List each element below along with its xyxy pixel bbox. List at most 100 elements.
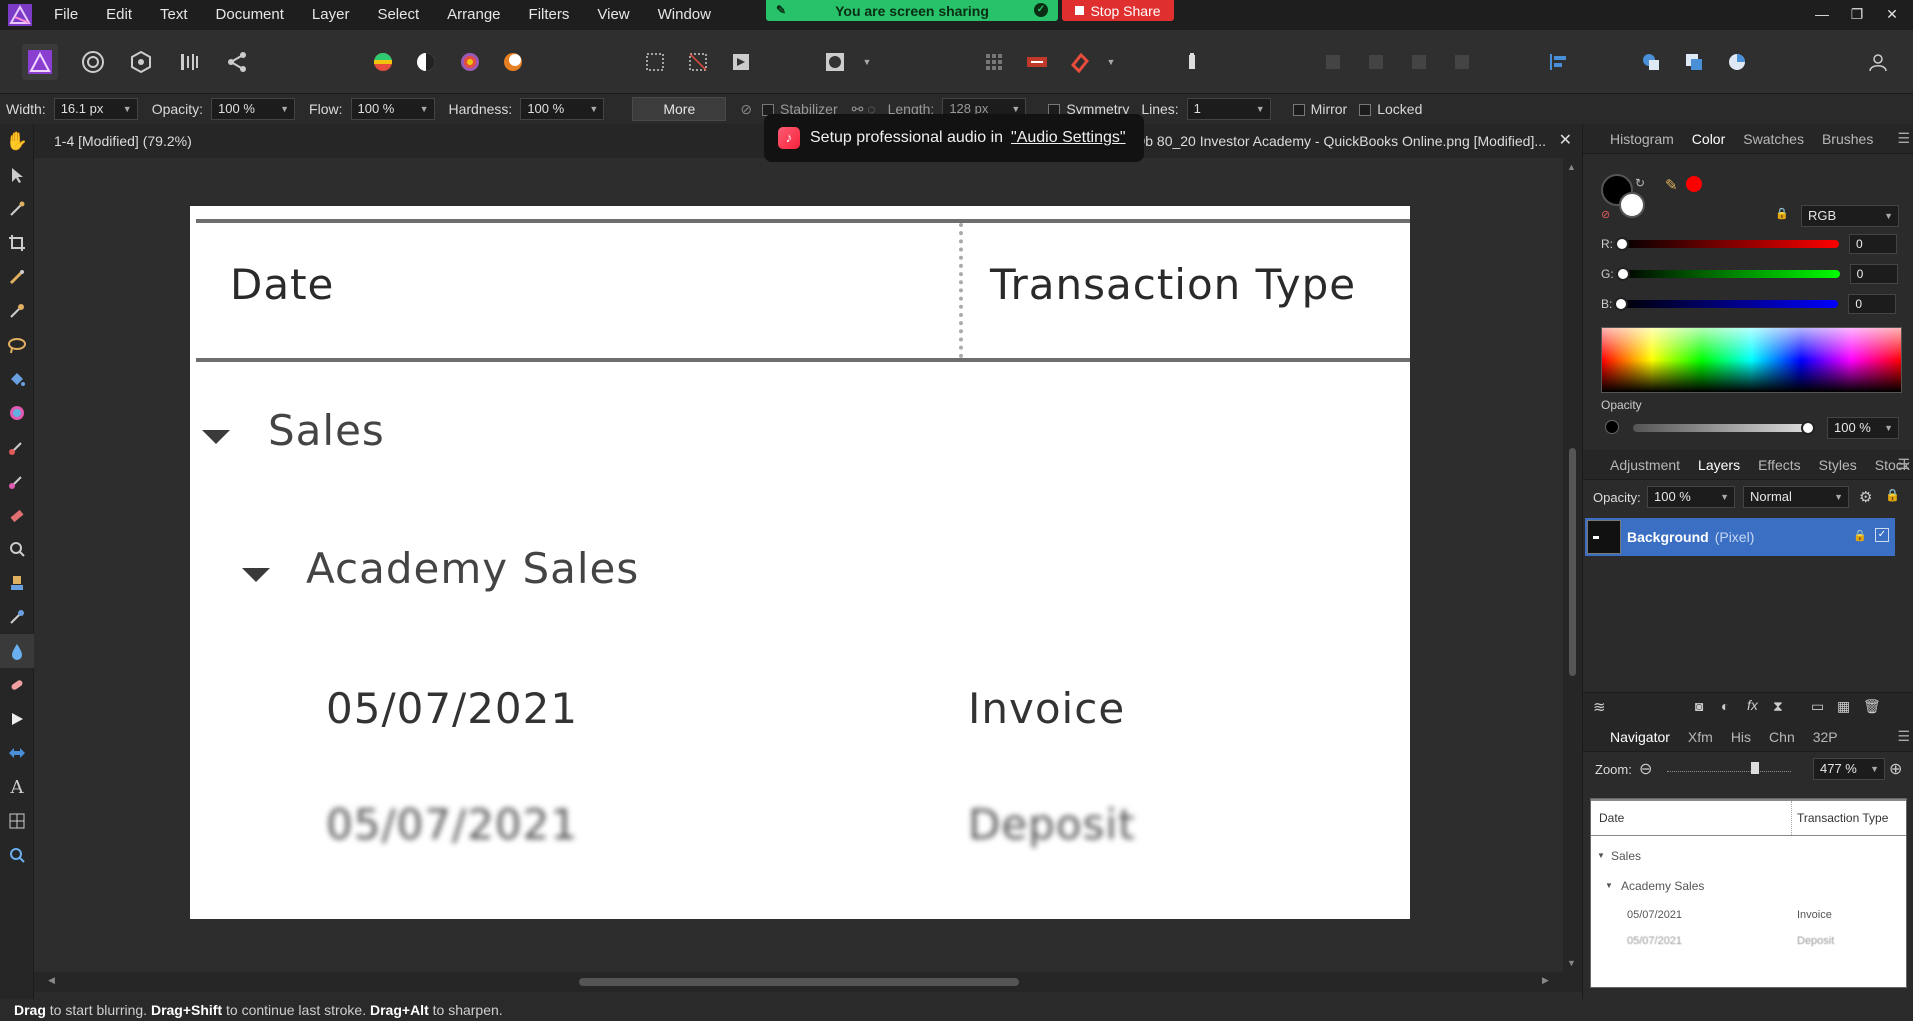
tab-channels[interactable]: Chn <box>1760 729 1804 745</box>
tab-adjustment[interactable]: Adjustment <box>1601 457 1689 473</box>
text-tool-icon[interactable]: A <box>0 770 34 804</box>
red-eye-tool-icon[interactable] <box>0 668 34 702</box>
navigator-preview[interactable]: Date Transaction Type ▼ Sales ▼ Academy … <box>1590 798 1907 988</box>
mask-layer-icon[interactable]: ◙ <box>1695 698 1703 714</box>
boolean-subtract-icon[interactable] <box>1677 45 1711 79</box>
picked-color-swatch[interactable] <box>1686 176 1702 192</box>
live-filter-icon[interactable]: ⧗ <box>1773 698 1783 715</box>
red-value-field[interactable]: 0 <box>1849 234 1897 254</box>
delete-layer-icon[interactable]: 🗑 <box>1863 698 1881 715</box>
width-field[interactable]: 16.1 px ▼ <box>53 98 138 120</box>
red-slider[interactable] <box>1615 237 1839 251</box>
menu-window[interactable]: Window <box>644 0 725 30</box>
erase-brush-icon[interactable] <box>0 498 34 532</box>
photo-persona-icon[interactable] <box>22 44 58 80</box>
scroll-left-icon[interactable]: ◀ <box>48 975 55 986</box>
green-slider[interactable] <box>1615 267 1840 281</box>
restore-icon[interactable]: ❐ <box>1840 0 1874 28</box>
tab-styles[interactable]: Styles <box>1810 457 1866 473</box>
blue-slider[interactable] <box>1614 297 1839 311</box>
pressure-icon[interactable]: ⊘ <box>740 101 752 118</box>
eyedropper-icon[interactable]: ✎ <box>1665 176 1678 194</box>
panel-menu-icon[interactable]: ☰ <box>1897 728 1910 745</box>
zoom-in-icon[interactable]: ⊕ <box>1889 759 1902 779</box>
selection-brush-icon[interactable] <box>0 260 34 294</box>
deselect-icon[interactable] <box>681 45 715 79</box>
stop-share-button[interactable]: Stop Share <box>1062 0 1174 21</box>
horizontal-scroll-thumb[interactable] <box>579 978 1019 986</box>
audio-settings-link[interactable]: "Audio Settings" <box>1011 129 1126 147</box>
menu-file[interactable]: File <box>40 0 92 30</box>
folder-icon[interactable]: ▭ <box>1811 698 1824 715</box>
scroll-up-icon[interactable]: ▲ <box>1567 162 1576 172</box>
tone-mapping-persona-icon[interactable] <box>172 45 206 79</box>
perspective-tool-icon[interactable] <box>0 736 34 770</box>
locked-checkbox[interactable] <box>1359 104 1372 117</box>
document-tab-title-right[interactable]: a9b 80_20 Investor Academy - QuickBooks … <box>1130 133 1546 149</box>
chevron-down-icon[interactable]: ▼ <box>860 45 874 79</box>
hardness-field[interactable]: 100 % ▼ <box>520 98 605 120</box>
mesh-warp-icon[interactable] <box>0 702 34 736</box>
move-tool-icon[interactable] <box>0 158 34 192</box>
color-opacity-knob[interactable] <box>1801 421 1815 435</box>
layer-lock-icon[interactable]: 🔒 <box>1853 529 1867 542</box>
horizontal-scrollbar[interactable]: ◀ ▶ <box>34 972 1582 992</box>
invert-selection-icon[interactable] <box>724 45 758 79</box>
crop-tool-icon[interactable] <box>0 226 34 260</box>
auto-levels-icon[interactable] <box>366 45 400 79</box>
zoom-tool-icon[interactable] <box>0 838 34 872</box>
close-document-icon[interactable]: ✕ <box>1559 130 1572 150</box>
blue-value-field[interactable]: 0 <box>1848 294 1897 314</box>
close-window-icon[interactable]: ✕ <box>1875 0 1909 28</box>
freehand-selection-icon[interactable] <box>0 328 34 362</box>
red-slider-knob[interactable] <box>1615 237 1629 251</box>
tab-32p[interactable]: 32P <box>1804 729 1847 745</box>
view-tool-hand-icon[interactable]: ✋ <box>0 124 34 158</box>
lock-icon[interactable]: 🔒 <box>1885 488 1900 502</box>
clone-brush-icon[interactable] <box>0 566 34 600</box>
zoom-out-icon[interactable]: ⊖ <box>1639 759 1652 779</box>
mesh-tool-icon[interactable] <box>0 804 34 838</box>
tab-swatches[interactable]: Swatches <box>1734 131 1813 147</box>
boolean-intersect-icon[interactable] <box>1720 45 1754 79</box>
stock-tool-icon[interactable] <box>1175 45 1209 79</box>
menu-view[interactable]: View <box>583 0 643 30</box>
alignment-icon[interactable] <box>1541 45 1575 79</box>
dodge-brush-icon[interactable] <box>0 532 34 566</box>
quick-mask-icon[interactable] <box>818 45 852 79</box>
assistant-icon[interactable] <box>1020 45 1054 79</box>
flood-fill-icon[interactable] <box>0 362 34 396</box>
gradient-tool-icon[interactable] <box>0 396 34 430</box>
mirror-checkbox[interactable] <box>1292 104 1305 117</box>
menu-layer[interactable]: Layer <box>298 0 364 30</box>
zoom-slider-knob[interactable] <box>1751 762 1759 774</box>
panel-menu-icon[interactable]: ☰ <box>1897 456 1910 473</box>
more-button[interactable]: More <box>632 97 727 121</box>
lines-field[interactable]: 1 ▼ <box>1186 98 1271 120</box>
minimize-icon[interactable]: — <box>1805 0 1839 28</box>
menu-filters[interactable]: Filters <box>515 0 584 30</box>
color-replacement-brush-icon[interactable] <box>0 464 34 498</box>
gear-icon[interactable]: ⚙ <box>1859 488 1872 506</box>
fx-icon[interactable]: fx <box>1747 697 1758 713</box>
liquify-persona-icon[interactable] <box>76 45 110 79</box>
color-opacity-slider[interactable] <box>1633 421 1815 435</box>
document-tab-title[interactable]: 1-4 [Modified] (79.2%) <box>54 133 192 149</box>
vertical-scroll-thumb[interactable] <box>1569 448 1576 676</box>
auto-contrast-icon[interactable] <box>409 45 443 79</box>
menu-arrange[interactable]: Arrange <box>433 0 514 30</box>
layer-item-background[interactable]: Background (Pixel) 🔒 ✓ <box>1585 518 1895 556</box>
auto-white-balance-icon[interactable] <box>496 45 530 79</box>
menu-select[interactable]: Select <box>363 0 433 30</box>
affinity-photo-logo-icon[interactable] <box>0 0 40 30</box>
scroll-down-icon[interactable]: ▼ <box>1567 958 1576 968</box>
paint-brush-icon[interactable] <box>0 430 34 464</box>
flow-field[interactable]: 100 % ▼ <box>350 98 435 120</box>
mirror-toggle[interactable]: Mirror <box>1292 101 1347 117</box>
marquee-selection-icon[interactable] <box>638 45 672 79</box>
layers-stack-icon[interactable]: ≋ <box>1593 698 1606 716</box>
color-picker-icon[interactable] <box>0 192 34 226</box>
boolean-add-icon[interactable] <box>1634 45 1668 79</box>
no-color-icon[interactable]: ⊘ <box>1601 208 1610 221</box>
flood-select-icon[interactable] <box>0 294 34 328</box>
